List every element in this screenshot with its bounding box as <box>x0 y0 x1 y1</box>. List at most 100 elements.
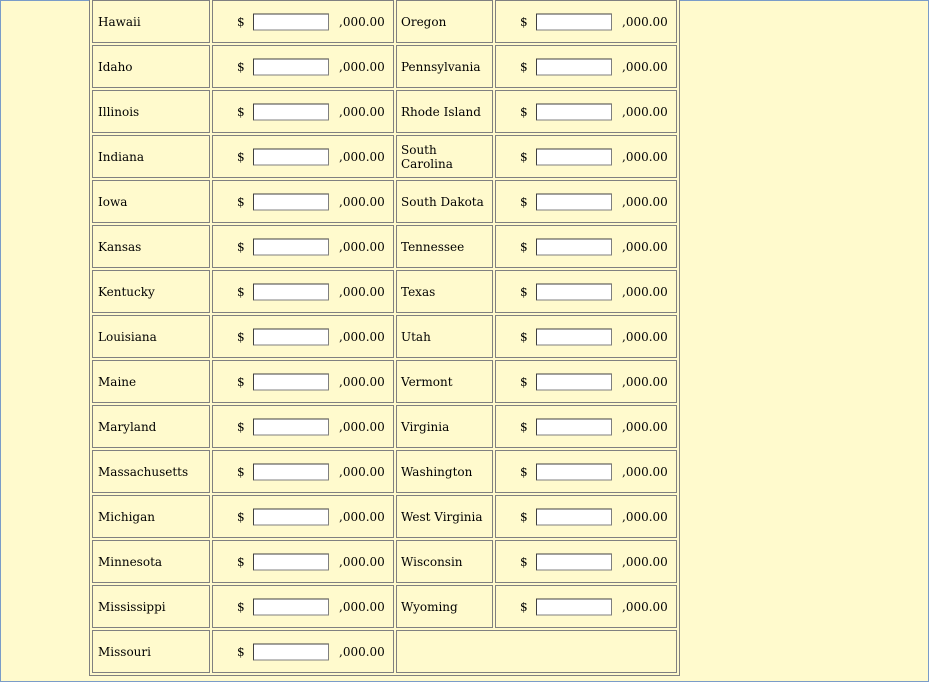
amount-suffix: ,000.00 <box>339 509 385 524</box>
state-row: Illinois $ ,000.00 Rhode Island $ ,000.00 <box>92 90 677 133</box>
amount-cell: $ ,000.00 <box>212 495 394 538</box>
amount-cell: $ ,000.00 <box>212 225 394 268</box>
currency-symbol: $ <box>237 419 245 434</box>
state-name-cell: Pennsylvania <box>396 45 493 88</box>
amount-input[interactable] <box>253 643 329 660</box>
amount-input[interactable] <box>253 58 329 75</box>
amount-suffix: ,000.00 <box>339 149 385 164</box>
state-row: Indiana $ ,000.00 South Carolina $ ,000.00 <box>92 135 677 178</box>
state-row: Kentucky $ ,000.00 Texas $ ,000.00 <box>92 270 677 313</box>
amount-input[interactable] <box>536 418 612 435</box>
amount-cell: $ ,000.00 <box>212 270 394 313</box>
amount-input[interactable] <box>253 148 329 165</box>
amount-suffix: ,000.00 <box>622 14 668 29</box>
state-name-cell: Virginia <box>396 405 493 448</box>
amount-input[interactable] <box>253 283 329 300</box>
currency-symbol: $ <box>237 644 245 659</box>
amount-input[interactable] <box>253 508 329 525</box>
amount-cell: $ ,000.00 <box>212 315 394 358</box>
currency-symbol: $ <box>237 464 245 479</box>
amount-input[interactable] <box>253 238 329 255</box>
state-name-cell: Louisiana <box>92 315 210 358</box>
amount-cell: $ ,000.00 <box>212 0 394 43</box>
amount-input[interactable] <box>536 328 612 345</box>
amount-input[interactable] <box>536 148 612 165</box>
amount-input[interactable] <box>536 463 612 480</box>
state-name: Michigan <box>98 509 155 524</box>
state-name: Rhode Island <box>401 104 481 119</box>
amount-input[interactable] <box>536 553 612 570</box>
amount-input[interactable] <box>536 373 612 390</box>
amount-suffix: ,000.00 <box>339 464 385 479</box>
state-row: Maine $ ,000.00 Vermont $ ,000.00 <box>92 360 677 403</box>
amount-input[interactable] <box>536 508 612 525</box>
amount-suffix: ,000.00 <box>339 329 385 344</box>
amount-input[interactable] <box>253 373 329 390</box>
amount-cell: $ ,000.00 <box>495 225 677 268</box>
amount-input[interactable] <box>253 598 329 615</box>
amount-input[interactable] <box>536 103 612 120</box>
amount-cell: $ ,000.00 <box>495 360 677 403</box>
amount-input[interactable] <box>536 58 612 75</box>
state-row: Iowa $ ,000.00 South Dakota $ ,000.00 <box>92 180 677 223</box>
amount-cell: $ ,000.00 <box>495 540 677 583</box>
amount-suffix: ,000.00 <box>339 104 385 119</box>
amount-cell: $ ,000.00 <box>212 45 394 88</box>
state-name-cell: Indiana <box>92 135 210 178</box>
state-row: Hawaii $ ,000.00 Oregon $ ,000.00 <box>92 0 677 43</box>
state-name: Wisconsin <box>401 554 463 569</box>
state-name-cell: Michigan <box>92 495 210 538</box>
currency-symbol: $ <box>237 509 245 524</box>
currency-symbol: $ <box>520 59 528 74</box>
state-name-cell: South Dakota <box>396 180 493 223</box>
amount-cell: $ ,000.00 <box>495 270 677 313</box>
state-name-cell: Minnesota <box>92 540 210 583</box>
amount-input[interactable] <box>253 463 329 480</box>
state-name-cell: Tennessee <box>396 225 493 268</box>
amount-input[interactable] <box>536 193 612 210</box>
currency-symbol: $ <box>520 149 528 164</box>
amount-input[interactable] <box>536 598 612 615</box>
state-name: Washington <box>401 464 473 479</box>
currency-symbol: $ <box>237 374 245 389</box>
state-row: Massachusetts $ ,000.00 Washington $ ,000.00 <box>92 450 677 493</box>
state-name-cell: Kansas <box>92 225 210 268</box>
state-name-cell: Missouri <box>92 630 210 673</box>
currency-symbol: $ <box>237 14 245 29</box>
amount-input[interactable] <box>253 328 329 345</box>
state-name-cell: Maine <box>92 360 210 403</box>
amount-input[interactable] <box>536 238 612 255</box>
amount-suffix: ,000.00 <box>622 464 668 479</box>
state-name-cell: Oregon <box>396 0 493 43</box>
amount-cell: $ ,000.00 <box>212 405 394 448</box>
state-name: Iowa <box>98 194 128 209</box>
state-name: Indiana <box>98 149 145 164</box>
amount-suffix: ,000.00 <box>339 194 385 209</box>
currency-symbol: $ <box>520 464 528 479</box>
currency-symbol: $ <box>520 374 528 389</box>
amount-suffix: ,000.00 <box>622 104 668 119</box>
state-row: Maryland $ ,000.00 Virginia $ ,000.00 <box>92 405 677 448</box>
currency-symbol: $ <box>520 14 528 29</box>
currency-symbol: $ <box>237 104 245 119</box>
state-name-cell: Rhode Island <box>396 90 493 133</box>
currency-symbol: $ <box>520 554 528 569</box>
state-name-cell: West Virginia <box>396 495 493 538</box>
state-name-cell: Wyoming <box>396 585 493 628</box>
currency-symbol: $ <box>237 59 245 74</box>
amount-cell: $ ,000.00 <box>212 360 394 403</box>
amount-suffix: ,000.00 <box>622 284 668 299</box>
amount-input[interactable] <box>253 103 329 120</box>
amount-input[interactable] <box>536 283 612 300</box>
amount-input[interactable] <box>253 193 329 210</box>
amount-suffix: ,000.00 <box>622 59 668 74</box>
state-row: Mississippi $ ,000.00 Wyoming $ ,000.00 <box>92 585 677 628</box>
state-name: Hawaii <box>98 14 141 29</box>
state-name: Kansas <box>98 239 142 254</box>
amount-cell: $ ,000.00 <box>212 585 394 628</box>
amount-input[interactable] <box>253 13 329 30</box>
state-name: Wyoming <box>401 599 458 614</box>
amount-input[interactable] <box>253 553 329 570</box>
amount-input[interactable] <box>536 13 612 30</box>
amount-input[interactable] <box>253 418 329 435</box>
